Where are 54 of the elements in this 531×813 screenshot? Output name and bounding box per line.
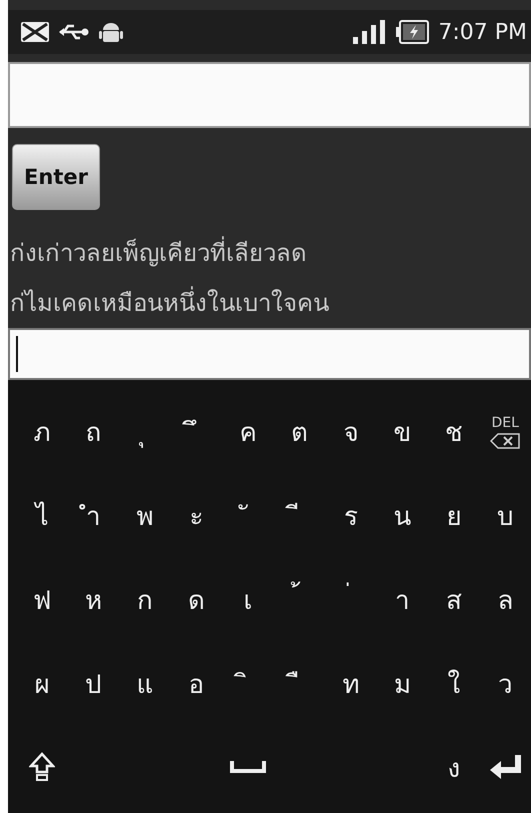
key[interactable]: ี [274, 480, 325, 551]
key[interactable]: พ [119, 480, 170, 551]
key[interactable]: ั [222, 480, 274, 551]
battery-charging-icon [396, 19, 430, 45]
key[interactable]: ม [376, 648, 428, 718]
clock: 7:07 PM [438, 20, 527, 44]
key[interactable]: ค [222, 396, 274, 467]
key[interactable]: ื [274, 648, 325, 718]
key[interactable]: ล [480, 564, 531, 634]
return-arrow-icon [488, 754, 522, 780]
key[interactable]: แ [119, 648, 170, 718]
key[interactable]: ไ [16, 480, 68, 551]
key[interactable]: ช [428, 396, 480, 467]
key[interactable]: ท [325, 648, 376, 718]
space-icon [230, 760, 266, 774]
key[interactable]: ะ [170, 480, 222, 551]
key[interactable]: ใ [428, 648, 480, 718]
key[interactable]: ห [68, 564, 119, 634]
key[interactable]: ก [119, 564, 170, 634]
key[interactable]: ำ [68, 480, 119, 551]
key[interactable]: ส [428, 564, 480, 634]
key[interactable]: จ [325, 396, 376, 467]
key[interactable]: ึ [170, 396, 222, 467]
key[interactable]: อ [170, 648, 222, 718]
key[interactable]: ุ [119, 396, 170, 467]
backspace-icon [490, 432, 520, 449]
key[interactable]: ป [68, 648, 119, 718]
key[interactable]: ย [428, 480, 480, 551]
key[interactable]: ข [376, 396, 428, 467]
text-field[interactable] [8, 62, 531, 128]
key[interactable]: เ [222, 564, 274, 634]
key[interactable]: ด [170, 564, 222, 634]
key[interactable]: ว [480, 648, 531, 718]
enter-button[interactable]: Enter [12, 144, 100, 210]
key[interactable]: ต [274, 396, 325, 467]
output-text: ก่งเก่าวลยเพ็ญเคียวที่เลียวลด [8, 232, 531, 274]
key[interactable]: น [376, 480, 428, 551]
key[interactable]: ิ [222, 648, 274, 718]
text-field[interactable] [8, 328, 531, 380]
key[interactable]: ่ [325, 564, 376, 634]
key[interactable]: ผ [16, 648, 68, 718]
shift-icon [28, 752, 55, 782]
key[interactable]: ร [325, 480, 376, 551]
output-text: ก่ไมเคดเหมือนหนึ่งในเบาใจคน [8, 282, 531, 324]
delete-key[interactable]: DEL [480, 396, 531, 467]
key[interactable]: ถ [68, 396, 119, 467]
key[interactable]: ้ [274, 564, 325, 634]
key[interactable]: บ [480, 480, 531, 551]
mail-icon [20, 21, 50, 43]
text-cursor [16, 336, 18, 372]
key[interactable]: ฟ [16, 564, 68, 634]
key[interactable]: ภ [16, 396, 68, 467]
key[interactable]: ง [428, 732, 480, 802]
key[interactable]: า [376, 564, 428, 634]
